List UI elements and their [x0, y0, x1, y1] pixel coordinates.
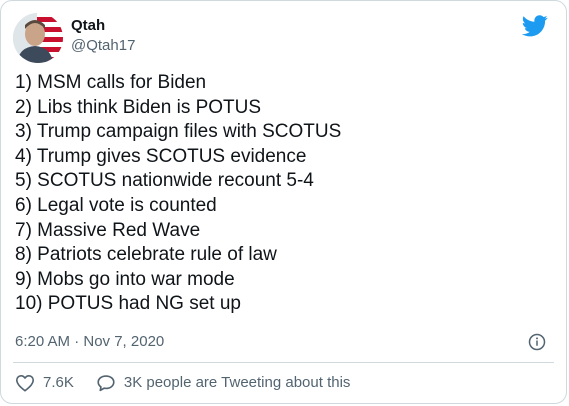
heart-icon — [15, 374, 34, 392]
tweet-line: 3) Trump campaign files with SCOTUS — [15, 121, 342, 143]
tweet-line: 10) POTUS had NG set up — [15, 293, 241, 315]
tweet-line: 4) Trump gives SCOTUS evidence — [15, 145, 307, 167]
tweet-line: 9) Mobs go into war mode — [15, 268, 235, 290]
like-button[interactable]: 7.6K — [15, 374, 74, 392]
tweet-line: 2) Libs think Biden is POTUS — [15, 96, 262, 118]
tweet-line: 8) Patriots celebrate rule of law — [15, 244, 277, 266]
tweet-line: 6) Legal vote is counted — [15, 194, 217, 216]
tweet-line: 1) MSM calls for Biden — [15, 72, 207, 93]
info-icon[interactable] — [528, 333, 546, 351]
conversation-link[interactable]: 3K people are Tweeting about this — [96, 374, 351, 392]
tweet-text: 1) MSM calls for Biden 2) Libs think Bid… — [15, 71, 341, 317]
twitter-bird-icon[interactable] — [522, 15, 548, 37]
tweet-line: 5) SCOTUS nationwide recount 5-4 — [15, 170, 314, 192]
avatar-image — [13, 13, 63, 63]
divider — [13, 362, 554, 363]
speech-bubble-icon — [97, 375, 115, 392]
like-count: 7.6K — [43, 374, 74, 391]
avatar[interactable] — [13, 13, 63, 63]
author-handle[interactable]: @Qtah17 — [71, 37, 135, 55]
tweet-actions: 7.6K 3K people are Tweeting about this — [15, 374, 350, 392]
tweet-timestamp[interactable]: 6:20 AM · Nov 7, 2020 — [15, 333, 164, 351]
tweet-line: 7) Massive Red Wave — [15, 219, 201, 241]
author-name[interactable]: Qtah — [71, 17, 105, 35]
conversation-text: 3K people are Tweeting about this — [123, 374, 351, 391]
tweet-card[interactable]: Qtah @Qtah17 1) MSM calls for Biden 2) L… — [0, 0, 567, 404]
